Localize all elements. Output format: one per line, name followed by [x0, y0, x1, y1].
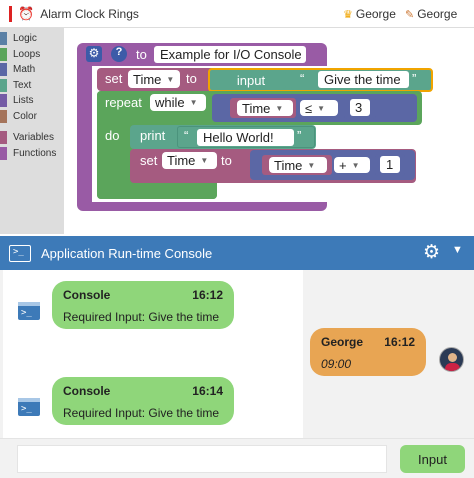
status-marker: [9, 5, 12, 22]
alarm-clock-icon: ⏰: [18, 5, 35, 21]
crown-icon: ♛: [343, 8, 353, 21]
gear-icon[interactable]: ⚙: [423, 241, 440, 264]
blocks-toolbox: Logic Loops Math Text Lists Color Variab…: [0, 28, 64, 234]
input-label: input: [216, 71, 286, 89]
top-bar: ⏰ Alarm Clock Rings ♛ George ✎ George: [0, 0, 474, 28]
number-field[interactable]: 1: [380, 156, 400, 173]
variable-dropdown[interactable]: Time ▼: [237, 100, 293, 116]
chevron-down-icon: ▼: [317, 103, 326, 113]
help-icon[interactable]: ?: [111, 46, 127, 62]
console-messages[interactable]: >_ Console 16:12 Required Input: Give the…: [0, 270, 474, 438]
print-text[interactable]: Hello World!: [197, 129, 294, 146]
procedure-name[interactable]: Example for I/O Console: [154, 46, 306, 63]
message-bubble: George 16:12 09:00: [310, 328, 426, 376]
operator-dropdown[interactable]: ≤ ▼: [300, 100, 338, 116]
category-color[interactable]: Color: [0, 109, 64, 125]
chevron-down-icon: ▼: [166, 74, 175, 84]
chevron-down-icon: ▼: [200, 156, 209, 165]
chevron-down-icon[interactable]: ▼: [452, 244, 463, 256]
console-title: Application Run-time Console: [41, 245, 213, 261]
number-field[interactable]: 3: [350, 99, 370, 116]
chevron-down-icon: ▼: [189, 98, 198, 107]
user-name: George: [417, 7, 458, 21]
variable-dropdown[interactable]: Time ▼: [162, 152, 217, 169]
category-text[interactable]: Text: [0, 78, 64, 94]
input-button[interactable]: Input: [400, 445, 465, 473]
message-bubble: Console 16:12 Required Input: Give the ti…: [52, 281, 234, 329]
message-bubble: Console 16:14 Required Input: Give the ti…: [52, 377, 234, 425]
chevron-down-icon: ▼: [275, 103, 284, 113]
operator-dropdown[interactable]: + ▼: [334, 157, 370, 173]
console-header: Application Run-time Console ⚙ ▼: [0, 236, 474, 270]
loop-mode-dropdown[interactable]: while ▼: [150, 94, 206, 111]
category-lists[interactable]: Lists: [0, 93, 64, 109]
user-owner[interactable]: ♛ George: [343, 7, 396, 21]
avatar: [439, 347, 464, 372]
user-name: George: [355, 7, 396, 21]
category-logic[interactable]: Logic: [0, 31, 64, 47]
terminal-icon: [9, 244, 31, 262]
input-bar: Input: [0, 438, 474, 478]
blocks-workspace[interactable]: ⚙ ? to Example for I/O Console set Time ▼…: [64, 28, 474, 234]
variable-dropdown[interactable]: Time ▼: [269, 157, 327, 173]
category-functions[interactable]: Functions: [0, 146, 64, 162]
terminal-icon: >_: [18, 302, 40, 320]
variable-dropdown[interactable]: Time ▼: [128, 70, 180, 88]
category-variables[interactable]: Variables: [0, 130, 64, 146]
terminal-icon: >_: [18, 398, 40, 416]
console-input[interactable]: [17, 445, 387, 473]
category-loops[interactable]: Loops: [0, 47, 64, 63]
gear-icon[interactable]: ⚙: [86, 46, 102, 62]
user-editor[interactable]: ✎ George: [405, 7, 457, 21]
chevron-down-icon: ▼: [307, 160, 316, 170]
chevron-down-icon: ▼: [351, 160, 360, 170]
pencil-icon: ✎: [405, 8, 415, 21]
category-math[interactable]: Math: [0, 62, 64, 78]
prompt-text[interactable]: Give the time: [318, 71, 409, 88]
app-title: Alarm Clock Rings: [40, 6, 139, 21]
